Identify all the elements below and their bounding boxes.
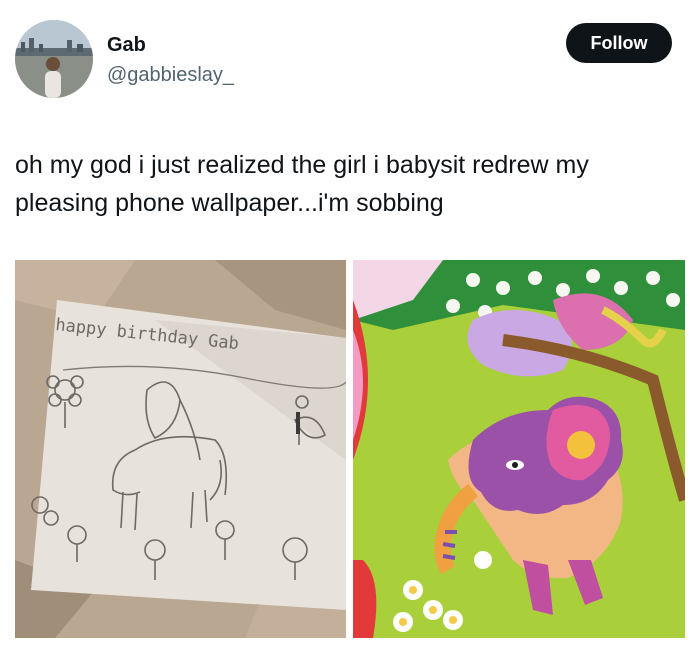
tweet-media: happy birthday Gab	[15, 260, 685, 638]
user-handle[interactable]: @gabbieslay_	[107, 63, 234, 87]
tweet-text: oh my god i just realized the girl i bab…	[15, 151, 589, 217]
avatar[interactable]	[15, 20, 93, 98]
user-name[interactable]: Gab	[107, 33, 146, 57]
avatar-image	[15, 20, 93, 98]
drawing-photo[interactable]: happy birthday Gab	[15, 260, 346, 638]
wallpaper-photo[interactable]	[353, 260, 685, 638]
follow-button[interactable]: Follow	[566, 23, 672, 63]
